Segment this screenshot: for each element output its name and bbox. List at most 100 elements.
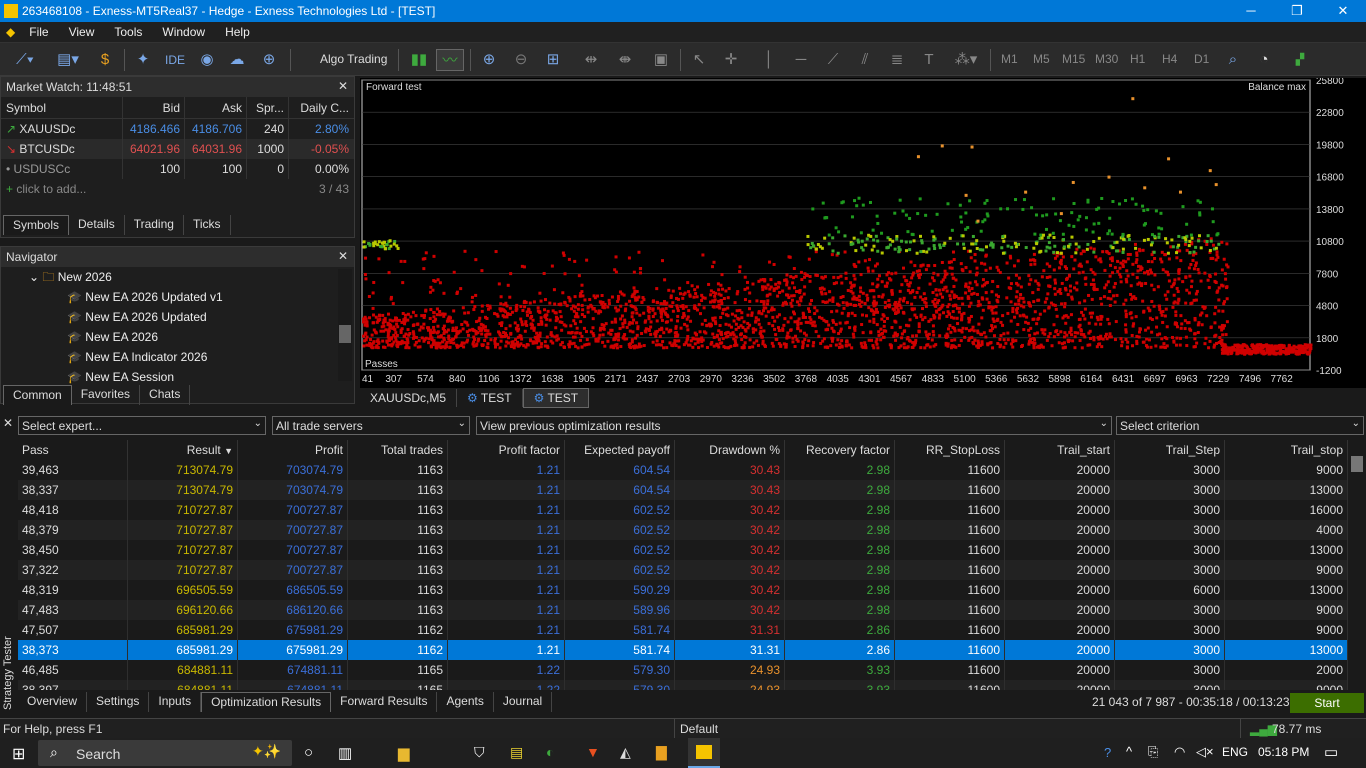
navigator-scrollbar[interactable]	[338, 269, 352, 381]
symbol-row[interactable]: ↘ BTCUSDc 64021.96 64031.96 1000 -0.05%	[1, 139, 354, 159]
navigator-item[interactable]: 🎓 New EA Session	[1, 367, 354, 387]
navigator-item[interactable]: 🎓 New EA 2026	[1, 327, 354, 347]
results-select[interactable]: View previous optimization results ⌄	[476, 416, 1112, 435]
table-row[interactable]: 38,397 684881.11 674881.11 1165 1.22 579.30 24…	[18, 680, 1348, 690]
tab-forward-results[interactable]: Forward Results	[331, 692, 438, 712]
col-recovery-factor[interactable]: Recovery factor	[785, 440, 895, 460]
algo-trading-button[interactable]: Algo Trading	[320, 52, 387, 66]
screenshot-icon[interactable]: ▣	[650, 49, 672, 71]
col-trail-start[interactable]: Trail_start	[1005, 440, 1115, 460]
menu-file[interactable]: File	[19, 22, 58, 43]
wifi-icon[interactable]: ◠	[1174, 744, 1185, 760]
grid-icon[interactable]: ⊞	[542, 49, 564, 71]
menu-view[interactable]: View	[59, 22, 105, 43]
col-profit-factor[interactable]: Profit factor	[448, 440, 565, 460]
autoscroll-icon[interactable]: ⇼	[612, 49, 638, 71]
col-expected-payoff[interactable]: Expected payoff	[565, 440, 675, 460]
notes-icon[interactable]: ▤	[510, 744, 523, 761]
sparkle-icon[interactable]: ✦	[132, 49, 154, 71]
text-icon[interactable]: T	[918, 49, 940, 71]
col-profit[interactable]: Profit	[238, 440, 348, 460]
notification-center-icon[interactable]: ▭	[1324, 743, 1338, 761]
fibo-icon[interactable]: ≣	[886, 49, 908, 71]
task-view-icon[interactable]: ○	[304, 744, 313, 761]
col-trail-stop[interactable]: Trail_stop	[1225, 440, 1348, 460]
table-row[interactable]: 47,483 696120.66 686120.66 1163 1.21 589.96 30…	[18, 600, 1348, 620]
scroll-icon[interactable]: ⇹	[578, 49, 604, 71]
tab-trading[interactable]: Trading	[125, 215, 184, 235]
close-button[interactable]: ✕	[1320, 0, 1366, 22]
criterion-select[interactable]: Select criterion ⌄	[1116, 416, 1364, 435]
col-drawdown[interactable]: Drawdown %	[675, 440, 785, 460]
symbol-row[interactable]: ↗ XAUUSDc 4186.466 4186.706 240 2.80%	[1, 119, 354, 139]
chart-tab[interactable]: XAUUSDc,M5	[360, 389, 458, 407]
start-button[interactable]: Start	[1290, 693, 1364, 713]
new-chart-icon[interactable]: ⟋▾	[10, 49, 40, 71]
clock[interactable]: 05:18 PM	[1258, 745, 1309, 759]
tab-ticks[interactable]: Ticks	[184, 215, 231, 235]
timeframe-m1[interactable]: M1	[1001, 52, 1018, 66]
table-row[interactable]: 38,337 713074.79 703074.79 1163 1.21 604.54 30…	[18, 480, 1348, 500]
vline-icon[interactable]: │	[758, 49, 780, 71]
taskbar-search[interactable]: ⌕ Search ✦✨	[38, 740, 292, 766]
cursor-icon[interactable]: ↖	[688, 49, 710, 71]
tab-overview[interactable]: Overview	[18, 692, 88, 712]
col-daily-change[interactable]: Daily C...	[289, 97, 353, 118]
chart-tab[interactable]: TEST	[481, 391, 512, 405]
tab-common[interactable]: Common	[3, 385, 72, 405]
tab-journal[interactable]: Journal	[494, 692, 553, 712]
navigator-item[interactable]: 🎓 New EA Indicator 2026	[1, 347, 354, 367]
close-icon[interactable]: ✕	[338, 79, 348, 93]
col-pass[interactable]: Pass	[18, 440, 128, 460]
close-icon[interactable]: ✕	[3, 416, 13, 430]
table-row[interactable]: 38,450 710727.87 700727.87 1163 1.21 602.52 30…	[18, 540, 1348, 560]
cloud-icon[interactable]: ☁	[226, 49, 248, 71]
tab-agents[interactable]: Agents	[437, 692, 494, 712]
language-indicator[interactable]: ENG	[1222, 745, 1248, 759]
browser-icon[interactable]: ◐	[546, 744, 554, 760]
mt5-icon[interactable]: ▇	[656, 744, 667, 761]
app-menu-icon[interactable]: ◆	[0, 22, 19, 43]
channel-icon[interactable]: ⫽	[854, 49, 876, 71]
hline-icon[interactable]: ─	[790, 49, 812, 71]
table-row[interactable]: 37,322 710727.87 700727.87 1163 1.21 602.52 30…	[18, 560, 1348, 580]
windows-start-icon[interactable]: ⊞	[12, 744, 25, 764]
menu-tools[interactable]: Tools	[104, 22, 152, 43]
tab-settings[interactable]: Settings	[87, 692, 150, 712]
zoom-out-icon[interactable]: ⊖	[510, 49, 532, 71]
navigator-item[interactable]: 🎓 New EA 2026 Updated	[1, 307, 354, 327]
table-row[interactable]: 46,485 684881.11 674881.11 1165 1.22 579.30 24…	[18, 660, 1348, 680]
table-row[interactable]: 47,507 685981.29 675981.29 1162 1.21 581.74 31…	[18, 620, 1348, 640]
bar-chart-icon[interactable]: ▮▮	[408, 49, 430, 71]
timeframe-h1[interactable]: H1	[1130, 52, 1145, 66]
widgets-icon[interactable]: ▥	[338, 744, 352, 762]
symbol-row[interactable]: • USDUSCc 100 100 0 0.00%	[1, 159, 354, 179]
tab-details[interactable]: Details	[69, 215, 125, 235]
globe-icon[interactable]: ⊕	[258, 49, 280, 71]
ide-button[interactable]: IDE	[162, 49, 188, 71]
tab-chats[interactable]: Chats	[140, 385, 191, 405]
maximize-button[interactable]: ❐	[1274, 0, 1320, 22]
navigator-folder[interactable]: ⌄ 🗀 New 2026	[1, 267, 354, 287]
trendline-icon[interactable]: ⟋	[822, 49, 844, 71]
col-rr-stoploss[interactable]: RR_StopLoss	[895, 440, 1005, 460]
tab-optimization-results[interactable]: Optimization Results	[201, 692, 332, 712]
file-explorer-icon[interactable]: ▆	[398, 744, 410, 762]
volume-icon[interactable]: ◁×	[1196, 744, 1214, 760]
col-bid[interactable]: Bid	[123, 97, 185, 118]
add-symbol-row[interactable]: + click to add... 3 / 43	[1, 179, 354, 199]
table-row[interactable]: 48,379 710727.87 700727.87 1163 1.21 602.52 30…	[18, 520, 1348, 540]
timeframe-d1[interactable]: D1	[1194, 52, 1209, 66]
col-total-trades[interactable]: Total trades	[348, 440, 448, 460]
timeframe-m15[interactable]: M15	[1062, 52, 1085, 66]
server-select[interactable]: All trade servers ⌄	[272, 416, 470, 435]
dollar-icon[interactable]: $	[94, 49, 116, 71]
zoom-in-icon[interactable]: ⊕	[478, 49, 500, 71]
line-chart-icon[interactable]: 〰	[436, 49, 464, 71]
tab-inputs[interactable]: Inputs	[149, 692, 202, 712]
network-icon[interactable]: ⎘	[1148, 744, 1158, 760]
navigator-item[interactable]: 🎓 New EA 2026 Updated v1	[1, 287, 354, 307]
app-icon[interactable]: ◭	[620, 744, 631, 761]
col-ask[interactable]: Ask	[185, 97, 247, 118]
timeframe-m30[interactable]: M30	[1095, 52, 1118, 66]
